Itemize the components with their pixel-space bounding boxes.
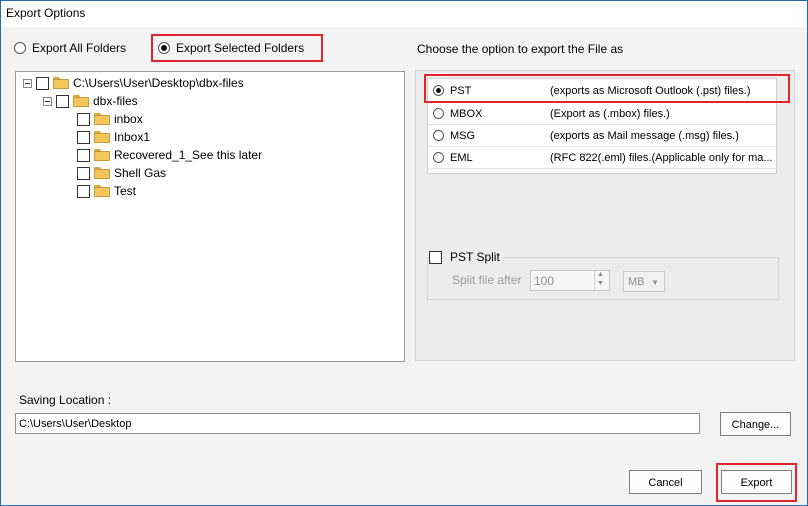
format-option-name: MBOX <box>450 107 483 120</box>
pst-split-toggle[interactable]: PST Split <box>429 250 504 264</box>
tree-item-label: Test <box>114 184 137 198</box>
format-option-desc: (exports as Mail message (.msg) files.) <box>550 129 739 142</box>
format-option-mbox[interactable]: MBOX (Export as (.mbox) files.) <box>428 103 776 125</box>
folder-icon <box>94 185 110 197</box>
tree-node-dbx-files-label: dbx-files <box>93 94 138 108</box>
tree-node-dbx-files[interactable]: dbx-files <box>43 92 138 110</box>
chevron-up-icon[interactable]: ▲ <box>597 271 604 278</box>
format-option-name: MSG <box>450 129 476 142</box>
folder-icon <box>94 131 110 143</box>
export-all-radio[interactable]: Export All Folders <box>14 39 126 57</box>
format-option-msg[interactable]: MSG (exports as Mail message (.msg) file… <box>428 125 776 147</box>
collapse-icon[interactable] <box>43 96 52 106</box>
tree-item-label: Recovered_1_See this later <box>114 148 263 162</box>
saving-location-label: Saving Location : <box>19 393 112 407</box>
msg-radio-icon[interactable] <box>433 130 444 141</box>
mbox-radio-icon[interactable] <box>433 108 444 119</box>
stepper-arrows[interactable]: ▲ ▼ <box>594 271 609 290</box>
cancel-button[interactable]: Cancel <box>629 470 702 494</box>
tree-item-checkbox[interactable] <box>77 166 90 180</box>
export-all-label: Export All Folders <box>32 41 127 55</box>
export-all-radio-icon[interactable] <box>14 42 26 54</box>
split-after-label: Split file after <box>452 273 522 287</box>
chevron-down-icon[interactable]: ▼ <box>597 280 604 287</box>
split-size-stepper[interactable]: 100 ▲ ▼ <box>530 270 610 291</box>
saving-location-input[interactable] <box>15 413 700 434</box>
change-button[interactable]: Change... <box>720 412 791 436</box>
tree-item-checkbox[interactable] <box>77 112 90 126</box>
tree-root-checkbox[interactable] <box>36 76 49 90</box>
pst-split-label: PST Split <box>450 250 500 264</box>
window-title: Export Options <box>6 6 86 20</box>
format-option-eml[interactable]: EML (RFC 822(.eml) files.(Applicable onl… <box>428 147 776 169</box>
export-options-window: Export Options Export All Folders Export… <box>0 0 808 506</box>
tree-item-label: Shell Gas <box>114 166 167 180</box>
folder-icon <box>73 95 89 107</box>
folder-icon <box>94 149 110 161</box>
format-option-name: EML <box>450 151 473 164</box>
export-selected-highlight <box>151 34 323 62</box>
folder-icon <box>94 113 110 125</box>
tree-item-label: Inbox1 <box>114 130 151 144</box>
tree-item-test[interactable]: Test <box>77 182 136 200</box>
eml-radio-icon[interactable] <box>433 152 444 163</box>
pst-option-highlight <box>424 74 790 103</box>
split-unit-select[interactable]: MB ▼ <box>623 271 665 292</box>
tree-item-checkbox[interactable] <box>77 130 90 144</box>
chevron-down-icon: ▼ <box>651 278 659 287</box>
split-unit-value: MB <box>628 276 645 288</box>
format-option-desc: (Export as (.mbox) files.) <box>550 107 670 120</box>
split-size-value: 100 <box>534 274 555 288</box>
tree-root-label: C:\Users\User\Desktop\dbx-files <box>73 76 244 90</box>
format-heading: Choose the option to export the File as <box>417 42 624 56</box>
format-option-desc: (RFC 822(.eml) files.(Applicable only fo… <box>550 151 773 164</box>
tree-item-inbox1[interactable]: Inbox1 <box>77 128 150 146</box>
tree-root[interactable]: C:\Users\User\Desktop\dbx-files <box>23 74 244 92</box>
title-bar: Export Options <box>1 1 807 27</box>
folder-icon <box>94 167 110 179</box>
folder-tree[interactable]: C:\Users\User\Desktop\dbx-files dbx-file… <box>15 71 405 362</box>
folder-open-icon <box>53 77 69 89</box>
tree-item-inbox[interactable]: inbox <box>77 110 143 128</box>
tree-item-recovered[interactable]: Recovered_1_See this later <box>77 146 262 164</box>
tree-item-label: inbox <box>114 112 143 126</box>
export-button-highlight <box>716 463 797 502</box>
tree-item-shell-gas[interactable]: Shell Gas <box>77 164 166 182</box>
collapse-icon[interactable] <box>23 78 32 88</box>
pst-split-checkbox[interactable] <box>429 250 442 264</box>
tree-item-checkbox[interactable] <box>77 148 90 162</box>
tree-item-checkbox[interactable] <box>77 184 90 198</box>
tree-node-dbx-files-checkbox[interactable] <box>56 94 69 108</box>
